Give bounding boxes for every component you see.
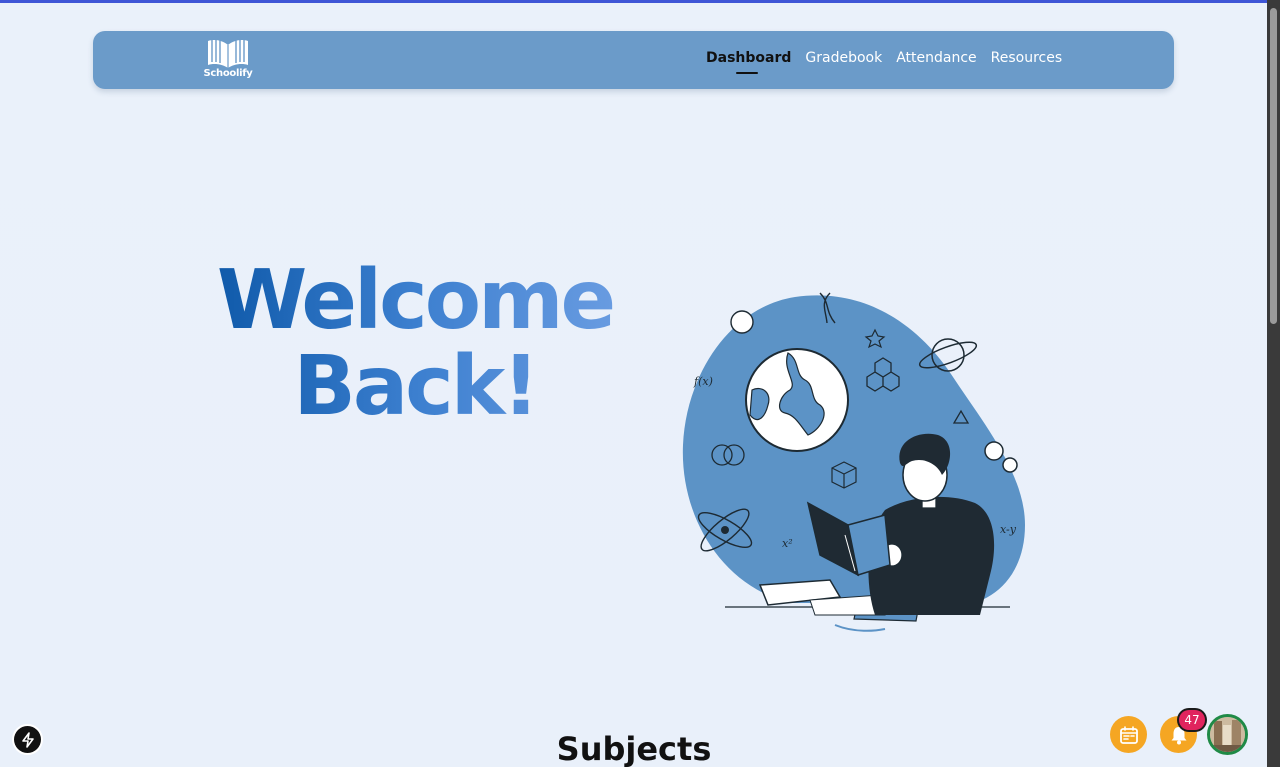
logo-text: Schoolify	[203, 68, 253, 79]
subjects-heading: Subjects	[556, 730, 712, 767]
welcome-line-2: Back!	[293, 339, 537, 434]
top-accent-bar	[0, 0, 1280, 3]
hero-illustration: f(x) x-y x²	[682, 292, 1025, 632]
nav-gradebook[interactable]: Gradebook	[805, 50, 882, 66]
user-avatar[interactable]	[1207, 714, 1248, 755]
avatar-photo	[1210, 717, 1245, 752]
welcome-line-1: Welcome	[216, 253, 614, 348]
page-scrollbar[interactable]	[1267, 0, 1280, 767]
nav-resources[interactable]: Resources	[991, 50, 1063, 66]
next-js-icon[interactable]	[14, 726, 41, 753]
svg-text:x-y: x-y	[1000, 523, 1017, 536]
notification-count-badge: 47	[1179, 710, 1205, 730]
svg-text:f(x): f(x)	[693, 375, 713, 388]
top-navbar: Schoolify Dashboard Gradebook Attendance…	[93, 31, 1174, 89]
lightning-icon	[21, 731, 34, 748]
calendar-button[interactable]	[1110, 716, 1147, 753]
app-logo[interactable]: Schoolify	[203, 37, 253, 83]
scrollbar-thumb[interactable]	[1270, 8, 1277, 324]
svg-text:x²: x²	[782, 537, 793, 550]
open-book-icon	[208, 39, 248, 68]
calendar-icon	[1119, 725, 1138, 744]
nav-dashboard[interactable]: Dashboard	[706, 50, 791, 74]
nav-links: Dashboard Gradebook Attendance Resources	[706, 50, 1063, 74]
nav-attendance[interactable]: Attendance	[896, 50, 976, 66]
welcome-heading: Welcome Back!	[205, 258, 625, 430]
